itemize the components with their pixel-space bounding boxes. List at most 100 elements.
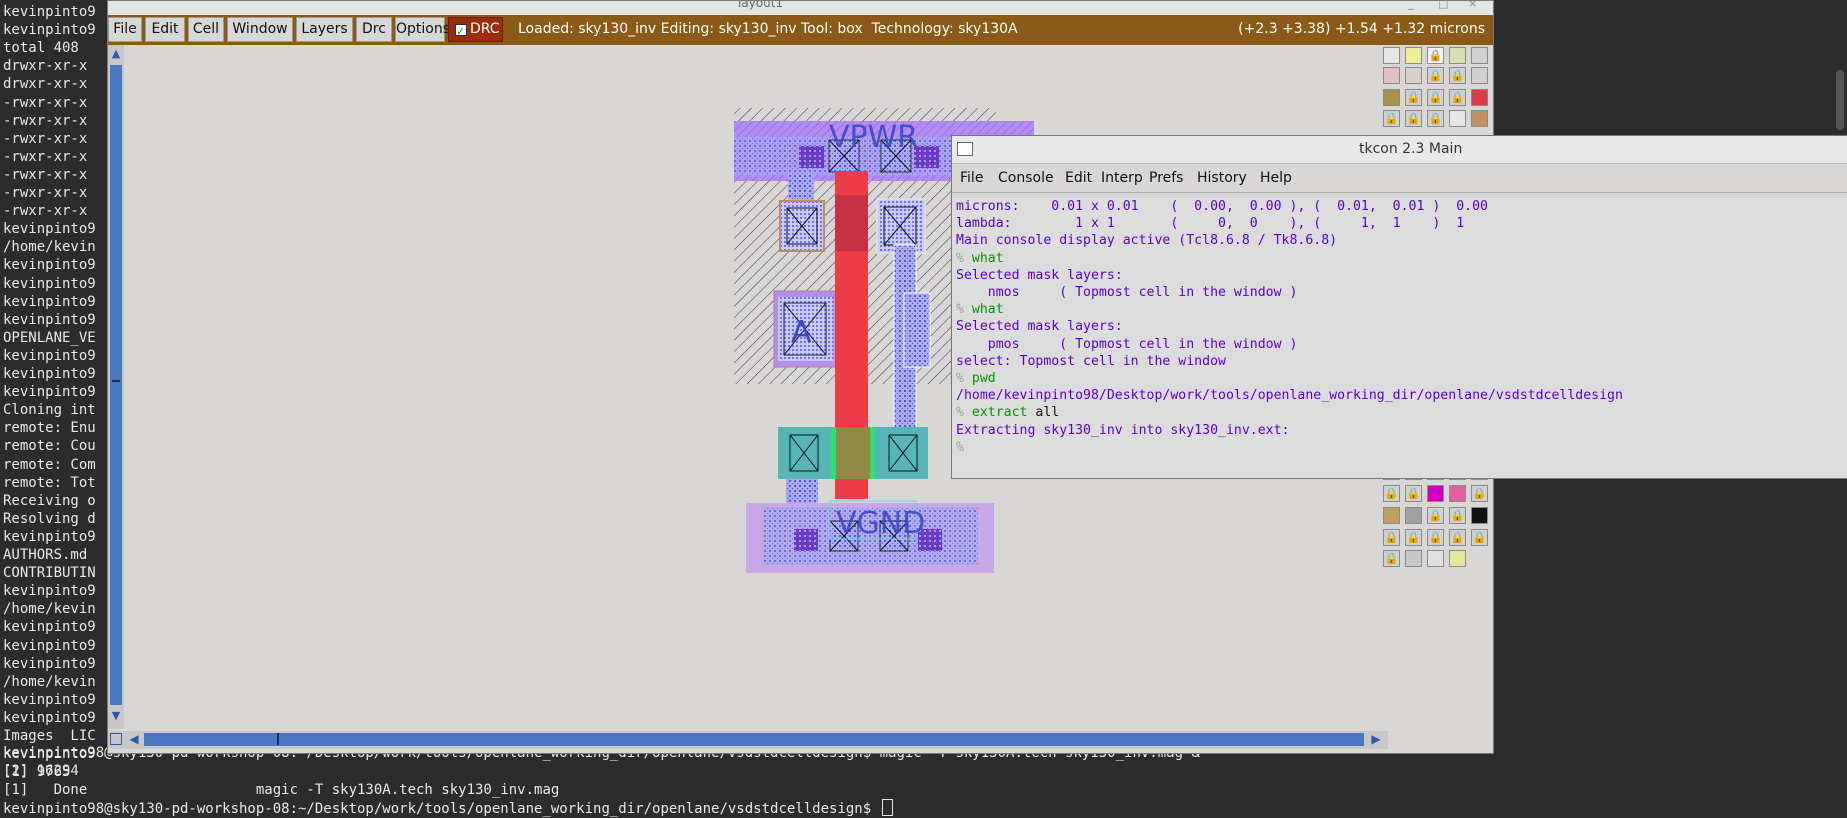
drc-toggle-button[interactable]: DRC <box>448 17 503 43</box>
horizontal-scroll-position <box>277 733 279 745</box>
terminal-line: kevinpinto9 <box>3 4 96 20</box>
layer-lock-icon[interactable]: 🔒 <box>1405 484 1422 502</box>
console-line: Selected mask layers: <box>956 267 1123 283</box>
menu-cell[interactable]: Cell <box>188 17 224 42</box>
layer-swatch[interactable] <box>1449 47 1466 64</box>
layer-lock-icon[interactable]: 🔒 <box>1427 67 1444 84</box>
tkcon-menu-interp[interactable]: Interp <box>1101 170 1143 186</box>
layer-lock-icon[interactable]: 🔒 <box>1449 506 1466 524</box>
layer-lock-icon[interactable]: 🔒 <box>1471 484 1488 502</box>
layer-lock-icon[interactable]: 🔒 <box>1427 110 1444 127</box>
terminal-cursor <box>881 798 893 816</box>
drc-label: DRC <box>470 21 500 37</box>
menu-options[interactable]: Options <box>395 17 450 42</box>
menu-window[interactable]: Window <box>227 17 293 42</box>
layer-swatch[interactable] <box>1471 506 1488 524</box>
layer-lock-icon[interactable]: 🔒 <box>1383 550 1400 568</box>
menu-edit[interactable]: Edit <box>145 17 185 42</box>
layer-lock-icon[interactable]: 🔒 <box>1405 528 1422 546</box>
terminal-line: Resolving d <box>3 510 96 527</box>
terminal-line: -rwxr-xr-x <box>3 166 88 183</box>
console-line: microns: 0.01 x 0.01 ( 0.00, 0.00 ), ( 0… <box>956 199 1488 214</box>
console-prompt: % <box>956 405 964 421</box>
scroll-up-icon[interactable]: ▲ <box>109 47 123 61</box>
layer-lock-icon[interactable]: 🔒 <box>1405 89 1422 106</box>
console-line: % pwd <box>956 370 996 387</box>
tkcon-menu-edit[interactable]: Edit <box>1065 170 1092 186</box>
scroll-corner-icon[interactable] <box>110 733 122 745</box>
layer-lock-icon[interactable]: 🔒 <box>1471 528 1488 546</box>
layer-swatch[interactable] <box>1449 110 1466 127</box>
terminal-line: drwxr-xr-x <box>3 58 88 75</box>
horizontal-scroll-track[interactable] <box>144 733 1364 746</box>
vertical-scroll-position <box>112 380 120 382</box>
layer-swatch[interactable] <box>1405 506 1422 524</box>
layer-swatch[interactable] <box>1449 484 1466 502</box>
layer-lock-icon[interactable]: 🔒 <box>1427 528 1444 546</box>
layer-lock-icon[interactable]: 🔒 <box>1383 528 1400 546</box>
console-line: select: Topmost cell in the window <box>956 353 1226 369</box>
layer-lock-icon[interactable]: 🔒 <box>1449 67 1466 84</box>
menu-layers[interactable]: Layers <box>296 17 353 42</box>
layer-swatch[interactable] <box>1449 550 1466 568</box>
minimize-icon[interactable]: _ <box>1408 1 1414 10</box>
layer-lock-icon[interactable]: 🔒 <box>1427 47 1444 64</box>
vertical-scroll-track[interactable] <box>110 65 122 705</box>
scroll-right-icon[interactable]: ▶ <box>1368 732 1384 747</box>
layer-swatch[interactable] <box>1471 89 1488 106</box>
menu-drc[interactable]: Drc <box>356 17 392 42</box>
tkcon-menu-help[interactable]: Help <box>1260 170 1292 186</box>
layer-lock-icon[interactable]: 🔒 <box>1383 484 1400 502</box>
console-line: Extracting sky130_inv into sky130_inv.ex… <box>956 422 1290 438</box>
terminal-scrollbar[interactable] <box>1836 70 1844 130</box>
terminal-line: kevinpinto9 <box>3 583 96 600</box>
layer-swatch[interactable] <box>1405 67 1422 84</box>
layer-lock-icon[interactable]: 🔒 <box>1449 528 1466 546</box>
terminal-line-text: [1] Done magic -T sky130A.tech sky130_in… <box>3 781 560 798</box>
scroll-left-icon[interactable]: ◀ <box>126 732 142 747</box>
terminal-line: Images LIC <box>3 728 96 744</box>
vertical-scrollbar[interactable]: ▲ ▼ <box>108 45 124 729</box>
terminal-line: kevinpinto9 <box>3 275 96 292</box>
layer-swatch[interactable] <box>1383 67 1400 84</box>
tkcon-titlebar[interactable]: tkcon 2.3 Main <box>952 136 1847 164</box>
terminal-line: kevinpinto9 <box>3 22 96 39</box>
console-prompt: % <box>956 250 964 266</box>
tkcon-menu-prefs[interactable]: Prefs <box>1149 170 1183 186</box>
layer-lock-icon[interactable]: 🔒 <box>1427 506 1444 524</box>
close-icon[interactable]: × <box>1468 1 1477 10</box>
tkcon-menu-file[interactable]: File <box>960 170 983 186</box>
magic-titlebar[interactable]: layout1 _ □ × <box>108 1 1493 15</box>
layer-swatch[interactable] <box>1383 506 1400 524</box>
terminal-line: kevinpinto9 <box>3 221 96 238</box>
layer-swatch[interactable] <box>1471 47 1488 64</box>
window-menu-icon[interactable] <box>957 142 973 156</box>
layer-lock-icon[interactable]: 🔒 <box>1405 110 1422 127</box>
terminal-line: kevinpinto9 <box>3 257 96 274</box>
layer-swatch[interactable] <box>1471 110 1488 127</box>
tkcon-window[interactable]: tkcon 2.3 Main File Console Edit Interp … <box>951 135 1847 479</box>
layer-swatch[interactable] <box>1405 47 1422 64</box>
layer-lock-icon[interactable]: 🔒 <box>1427 89 1444 106</box>
layer-swatch[interactable] <box>1383 47 1400 64</box>
terminal-line: -rwxr-xr-x <box>3 94 88 111</box>
scroll-down-icon[interactable]: ▼ <box>109 709 123 723</box>
layer-swatch[interactable] <box>1405 550 1422 568</box>
layer-swatch[interactable] <box>1427 550 1444 568</box>
console-line: % what <box>956 250 1004 267</box>
console-prompt: % <box>956 439 964 455</box>
layer-lock-icon[interactable]: 🔒 <box>1449 89 1466 106</box>
drc-checkbox-icon[interactable] <box>455 20 467 43</box>
layer-swatch[interactable] <box>1383 89 1400 106</box>
tkcon-console-output[interactable]: microns: 0.01 x 0.01 ( 0.00, 0.00 ), ( 0… <box>952 196 1847 478</box>
layer-swatch[interactable] <box>1427 484 1444 502</box>
menu-file[interactable]: File <box>108 17 142 42</box>
maximize-icon[interactable]: □ <box>1438 1 1448 10</box>
terminal-line: drwxr-xr-x <box>3 76 88 93</box>
horizontal-scrollbar[interactable]: ◀ ▶ <box>108 731 1388 749</box>
tkcon-menu-console[interactable]: Console <box>998 170 1054 186</box>
tkcon-menu-history[interactable]: History <box>1197 170 1247 186</box>
layer-lock-icon[interactable]: 🔒 <box>1383 110 1400 127</box>
layer-swatch[interactable] <box>1471 67 1488 84</box>
terminal-line: -rwxr-xr-x <box>3 112 88 129</box>
